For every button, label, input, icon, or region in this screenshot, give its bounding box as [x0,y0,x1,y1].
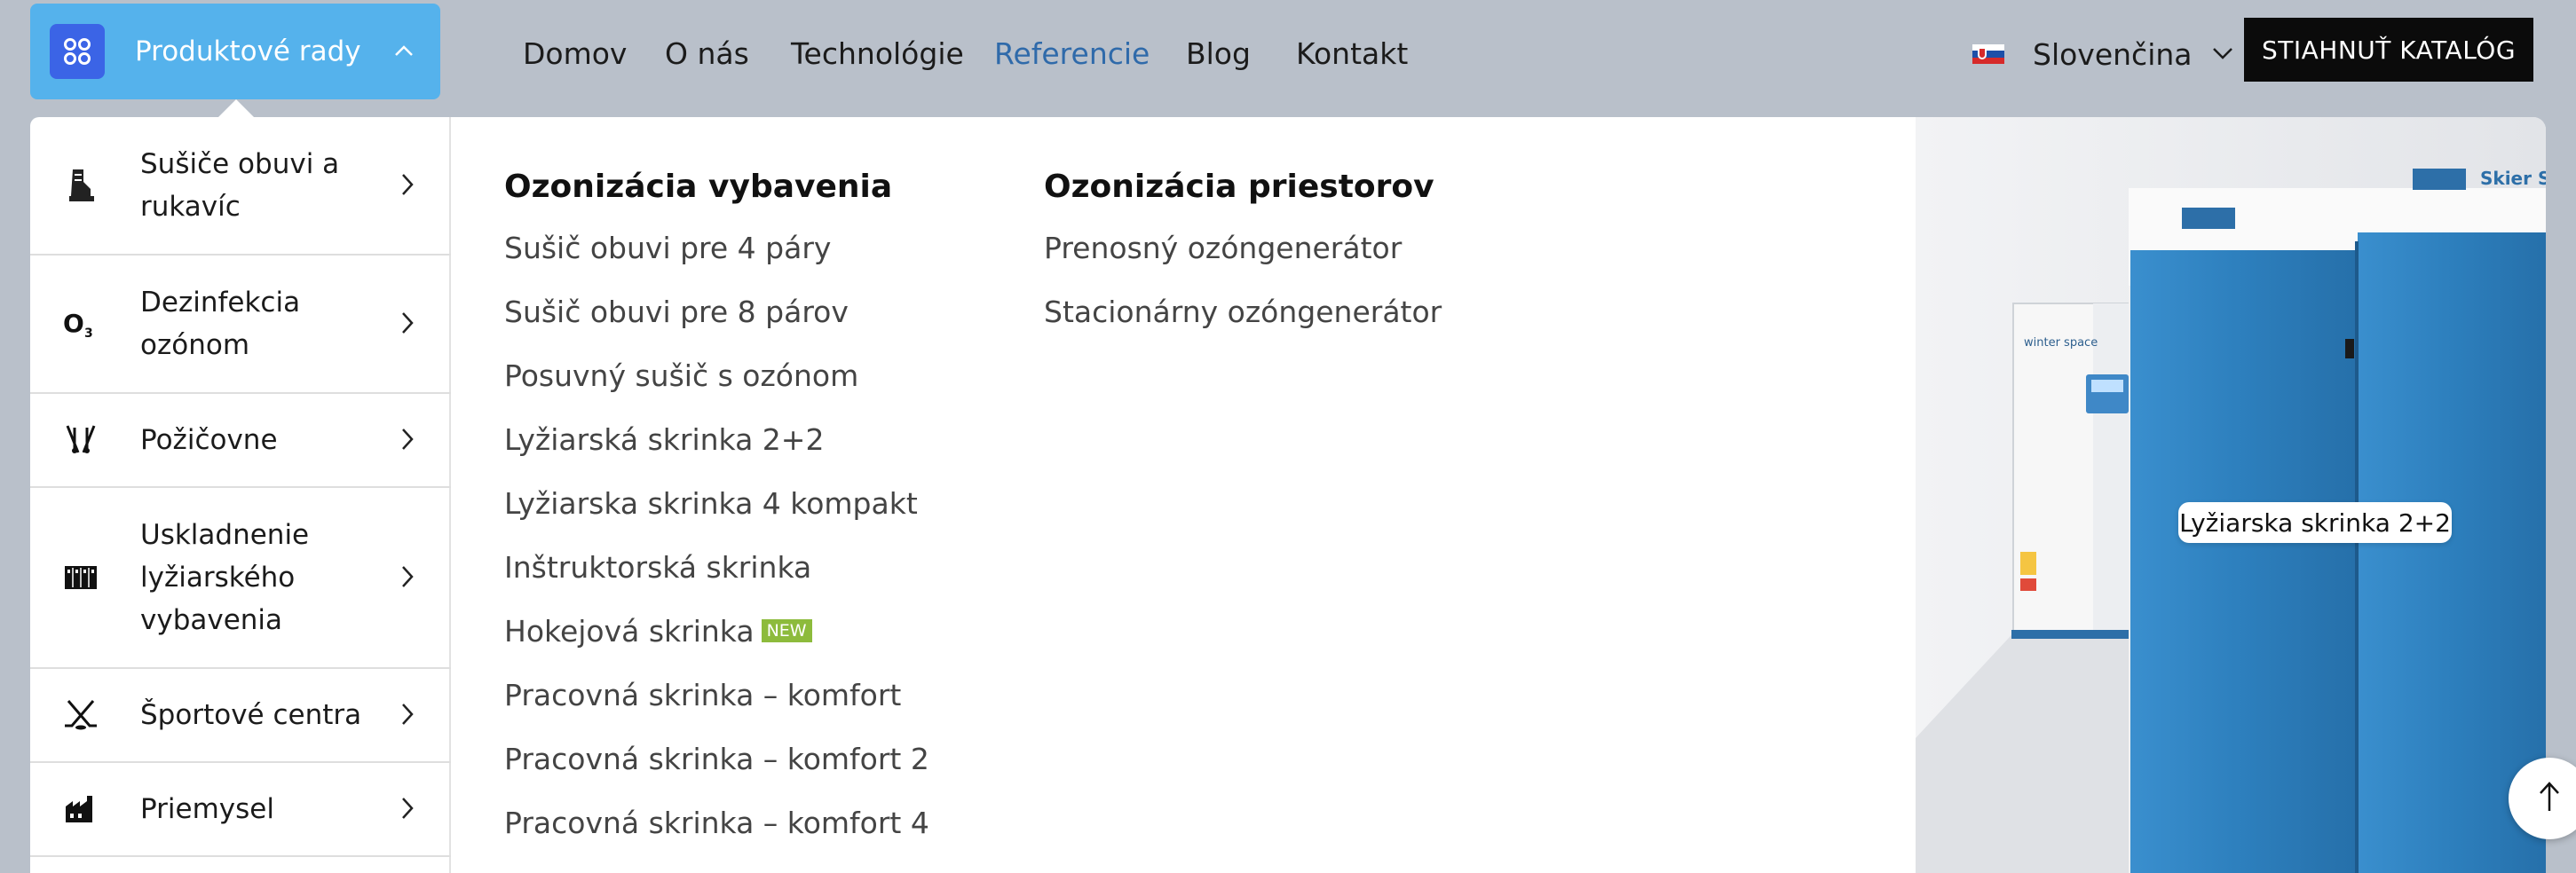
top-header: Produktové rady Domov O nás Technológie … [0,0,2576,117]
sidebar-item-industry[interactable]: Priemysel [30,763,451,857]
menu-link[interactable]: Stacionárny ozóngenerátor [1044,295,1442,329]
sidebar-item-label: Uskladnenie lyžiarského vybavenia [140,519,310,636]
grid-apps-icon [50,24,105,79]
menu-link[interactable]: Posuvný sušič s ozónom [504,358,858,393]
sidebar-item-ozone[interactable]: O3 Dezinfekcia ozónom [30,256,451,394]
hockey-sticks-icon [53,699,108,731]
sidebar-item-label: Športové centra [140,699,362,731]
chevron-right-icon [401,703,414,729]
dropdown-notch [218,99,254,117]
column-title-equipment: Ozonizácia vybavenia [504,169,893,205]
tools-icon [53,424,108,456]
chevron-right-icon [401,797,414,823]
menu-link[interactable]: Sušič obuvi pre 4 páry [504,231,831,265]
nav-references[interactable]: Referencie [994,32,1150,76]
product-lines-label: Produktové rady [135,35,361,67]
product-lines-sidebar: Sušiče obuvi a rukavíc O3 Dezinfekcia oz… [30,117,451,873]
product-hotspot-tooltip[interactable]: Lyžiarska skrinka 2+2 [2178,502,2452,543]
svg-text:3: 3 [84,326,93,339]
language-selector[interactable]: Slovenčina [1972,32,2233,76]
sidebar-item-label: Sušiče obuvi a rukavíc [140,148,340,223]
menu-link[interactable]: Pracovná skrinka – komfort 4 [504,806,929,840]
sidebar-item-sport-centers[interactable]: Športové centra [30,669,451,763]
nav-blog[interactable]: Blog [1186,32,1251,76]
sidebar-item-rentals[interactable]: Požičovne [30,394,451,488]
ozone-o3-icon: O3 [53,309,108,339]
chevron-down-icon [2212,46,2233,63]
menu-link-label: Hokejová skrinka [504,614,755,649]
menu-link[interactable]: Pracovná skrinka – komfort 2 [504,742,929,776]
chevron-right-icon [401,173,414,200]
product-lines-button[interactable]: Produktové rady [30,4,440,99]
language-label: Slovenčina [2033,36,2193,72]
sidebar-item-label: Priemysel [140,793,274,825]
small-unit-brand: winter space [2024,336,2098,350]
factory-icon [53,794,108,824]
chevron-right-icon [401,428,414,454]
menu-link[interactable]: Lyžiarska skrinka 4 kompakt [504,486,918,521]
mega-menu-panel: Ozonizácia vybavenia Sušič obuvi pre 4 p… [451,117,1917,873]
column-title-spaces: Ozonizácia priestorov [1044,169,1434,205]
chevron-right-icon [401,311,414,338]
ski-boot-icon [53,168,108,203]
new-badge: NEW [761,618,812,642]
locker-storage-icon [53,564,108,591]
menu-link[interactable]: Lyžiarská skrinka 2+2 [504,422,824,457]
download-catalog-button[interactable]: STIAHNUŤ KATALÓG [2244,18,2533,82]
nav-contact[interactable]: Kontakt [1296,32,1408,76]
menu-link[interactable]: Pracovná skrinka – komfort [504,678,901,712]
menu-link[interactable]: Sušič obuvi pre 8 párov [504,295,849,329]
nav-technologies[interactable]: Technológie [791,32,964,76]
arrow-up-icon [2538,781,2561,816]
sidebar-item-label: Požičovne [140,424,278,456]
sidebar-item-dryers[interactable]: Sušiče obuvi a rukavíc [30,117,451,256]
nav-about[interactable]: O nás [665,32,749,76]
nav-home[interactable]: Domov [523,32,627,76]
menu-link[interactable]: Prenosný ozóngenerátor [1044,231,1402,265]
cabinet-brand: Skier S2 [2480,168,2546,189]
svg-text:O: O [63,309,84,338]
chevron-up-icon [394,43,414,60]
menu-link[interactable]: Inštruktorská skrinka [504,550,811,585]
product-preview-image: winter space Skier S2 [1916,117,2546,873]
menu-link-hockey[interactable]: Hokejová skrinka NEW [504,614,812,649]
slovak-flag-icon [1972,44,2004,64]
sidebar-item-label: Dezinfekcia ozónom [140,287,301,361]
chevron-right-icon [401,565,414,592]
sidebar-item-ski-storage[interactable]: Uskladnenie lyžiarského vybavenia [30,488,451,669]
